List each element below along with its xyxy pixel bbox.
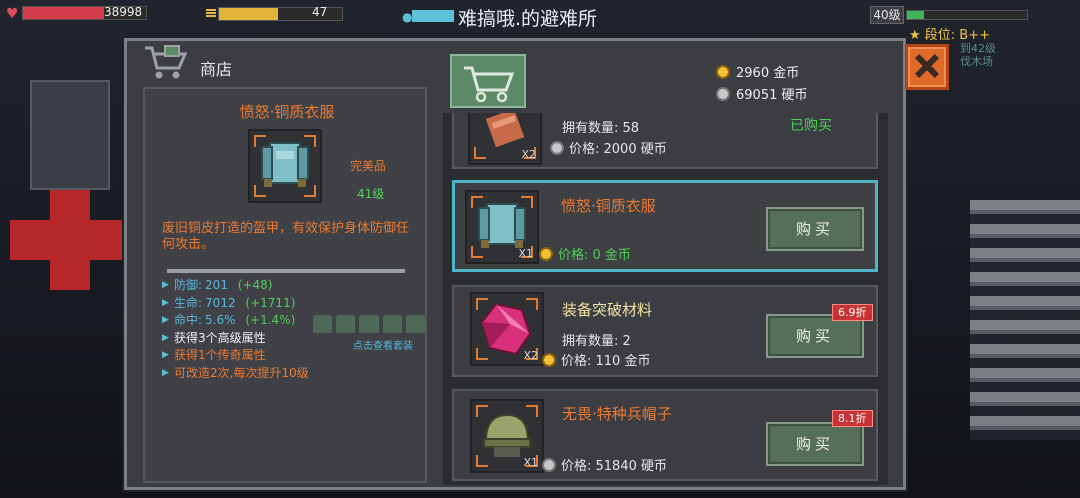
water-drop-icon: ● xyxy=(402,10,413,24)
stat-health: ▶ 生命: 7012 (+1711) xyxy=(162,295,296,310)
shop-cart-tab[interactable] xyxy=(450,54,526,108)
set-boots-icon xyxy=(405,315,426,333)
energy-icon xyxy=(206,9,216,18)
shop-item-list[interactable]: X2 拥有数量: 58 价格: 2000 硬币 已购买 X1 愤怒·铜质衣服 价… xyxy=(443,113,888,485)
hint-line-2: 伐木场 xyxy=(960,55,993,68)
extra-legend-attr: ▶ 获得1个传奇属性 xyxy=(162,348,266,362)
silver-coin-icon xyxy=(716,86,730,101)
stat-defense: ▶ 防御: 201 (+48) xyxy=(162,278,273,292)
item-price: 价格: 110 金币 xyxy=(542,350,650,369)
stat-accuracy: ▶ 命中: 5.6% (+1.4%) xyxy=(162,313,296,327)
red-cross-sign xyxy=(0,190,125,290)
cart-icon xyxy=(464,66,515,103)
shop-item-breakthrough-material[interactable]: X2 装备突破材料 拥有数量: 2 价格: 110 金币 购买 6.9折 xyxy=(452,285,878,377)
helmet-icon: X1 xyxy=(470,399,544,473)
detail-level: 41级 xyxy=(357,187,385,201)
copper-plate-icon: X2 xyxy=(468,113,542,165)
gold-coin-icon xyxy=(539,246,553,261)
purchased-label: 已购买 xyxy=(790,118,832,134)
silver-balance: 69051 硬币 xyxy=(716,84,808,103)
silver-coin-icon xyxy=(550,140,564,155)
set-pants-icon xyxy=(382,315,402,333)
extra-upgrade-info: ▶ 可改造2次,每次提升10级 xyxy=(162,365,309,380)
energy-value: 47 xyxy=(312,5,328,19)
set-gloves-icon xyxy=(359,315,379,333)
shelter-title: 难搞哦.的避难所 xyxy=(458,8,598,30)
gold-coin-icon xyxy=(542,352,556,367)
armor-icon: X1 xyxy=(465,190,539,264)
item-name: 装备突破材料 xyxy=(562,301,653,319)
owned-count: 拥有数量: 2 xyxy=(562,334,631,349)
rank-label: ★ 段位: B++ xyxy=(909,24,990,43)
stat-list: ▶ 防御: 201 (+48) ▶ 生命: 7012 (+1711) ▶ 命中:… xyxy=(162,277,309,382)
shop-item-copper-plate[interactable]: X2 拥有数量: 58 价格: 2000 硬币 已购买 xyxy=(452,113,878,169)
discount-badge: 8.1折 xyxy=(832,410,873,427)
item-name: 愤怒·铜质衣服 xyxy=(561,197,656,215)
shopping-cart-icon xyxy=(145,45,188,79)
gold-balance: 2960 金币 xyxy=(716,62,799,81)
shelter-bar xyxy=(412,10,454,22)
item-detail-panel: 愤怒·铜质衣服 完美品 41级 废旧铜皮打造的盔甲，有效保护身体防御任何攻击。 … xyxy=(143,87,427,483)
item-name: 无畏·特种兵帽子 xyxy=(562,405,672,423)
star-icon: ★ xyxy=(909,28,921,43)
background-hint: 到42级 伐木场 xyxy=(960,42,996,68)
item-price: 价格: 51840 硬币 xyxy=(542,455,667,474)
close-button[interactable] xyxy=(905,44,949,90)
detail-description: 废旧铜皮打造的盔甲，有效保护身体防御任何攻击。 xyxy=(162,221,410,252)
buy-button[interactable]: 购买 xyxy=(766,422,864,466)
item-price: 价格: 0 金币 xyxy=(539,244,631,263)
player-level: 40级 xyxy=(870,6,904,24)
hp-value: 38998 xyxy=(104,5,143,19)
detail-quality: 完美品 xyxy=(350,159,387,173)
extra-advanced-attrs: ▶ 获得3个高级属性 xyxy=(162,330,266,345)
red-crystal-icon: X2 xyxy=(470,292,544,366)
heart-icon: ♥ xyxy=(6,6,19,22)
shop-item-copper-armor[interactable]: X1 愤怒·铜质衣服 价格: 0 金币 购买 xyxy=(452,180,878,272)
silver-coin-icon xyxy=(542,457,556,472)
rank-text: 段位: B++ xyxy=(924,28,991,43)
buy-button[interactable]: 购买 xyxy=(766,207,864,251)
xp-bar xyxy=(906,10,1028,20)
silver-text: 69051 硬币 xyxy=(736,88,808,103)
set-armor-icon xyxy=(336,315,356,333)
discount-badge: 6.9折 xyxy=(832,304,873,321)
set-helmet-icon xyxy=(313,315,333,333)
item-price: 价格: 2000 硬币 xyxy=(550,138,667,157)
set-pieces[interactable] xyxy=(313,315,426,335)
shop-title: 商店 xyxy=(200,60,233,79)
background-structure xyxy=(30,80,110,190)
detail-divider xyxy=(167,269,405,273)
detail-armor-icon xyxy=(248,129,322,203)
detail-item-name: 愤怒·铜质衣服 xyxy=(239,103,335,121)
background-shelf xyxy=(970,200,1080,440)
view-set-link[interactable]: 点击查看套装 xyxy=(353,337,413,352)
hint-line-1: 到42级 xyxy=(960,42,996,55)
shop-item-special-forces-helmet[interactable]: X1 无畏·特种兵帽子 价格: 51840 硬币 购买 8.1折 xyxy=(452,389,878,481)
gold-text: 2960 金币 xyxy=(736,66,800,81)
owned-count: 拥有数量: 58 xyxy=(562,121,640,136)
gold-coin-icon xyxy=(716,64,730,79)
